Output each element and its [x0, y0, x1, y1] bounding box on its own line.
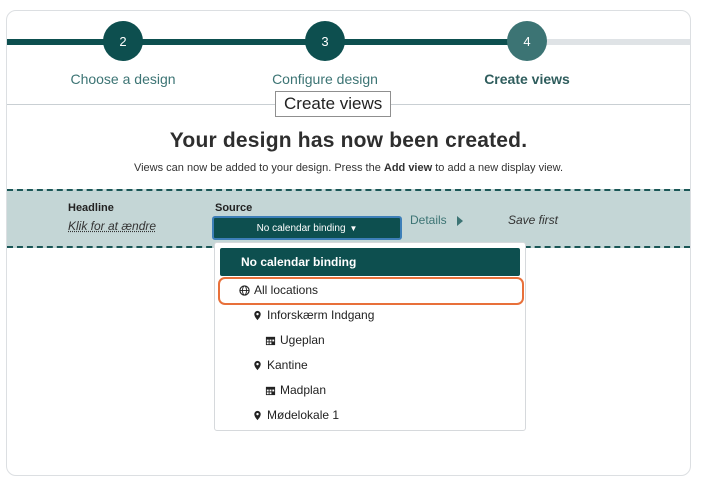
dropdown-item-label: All locations — [254, 283, 319, 297]
details-link[interactable]: Details — [410, 213, 463, 227]
dropdown-item-label: Inforskærm Indgang — [267, 308, 375, 322]
dropdown-item-location[interactable]: Inforskærm Indgang — [252, 308, 374, 322]
dropdown-item-all-locations[interactable]: All locations — [239, 283, 318, 297]
source-dropdown-menu: No calendar binding All locations Infors… — [214, 242, 526, 431]
map-marker-icon — [254, 360, 261, 370]
dropdown-item-label: Kantine — [267, 358, 308, 372]
page-subtitle: Views can now be added to your design. P… — [7, 162, 690, 174]
source-dropdown-value: No calendar binding — [256, 222, 346, 234]
dropdown-item-label: Ugeplan — [280, 333, 325, 347]
tooltip: Create views — [275, 91, 392, 117]
subtitle-add-view: Add view — [383, 162, 433, 174]
design-card: 2 3 4 Choose a design Configure design C… — [6, 10, 691, 476]
page-title: Your design has now been created. — [169, 129, 528, 152]
step-4-circle[interactable]: 4 — [507, 21, 547, 61]
headline-edit-link[interactable]: Klik for at ændre — [68, 219, 156, 233]
play-icon — [456, 215, 463, 226]
step-number: 4 — [523, 33, 531, 49]
dropdown-item-location[interactable]: Kantine — [252, 358, 308, 372]
step-label-create-views[interactable]: Create views — [484, 71, 570, 87]
dropdown-item-no-calendar-binding[interactable]: No calendar binding — [220, 248, 520, 276]
dropdown-item-label: Mødelokale 1 — [267, 408, 340, 422]
dropdown-item-calendar[interactable]: Ugeplan — [265, 333, 325, 347]
subtitle-text: Views can now be added to your design. P… — [133, 162, 384, 174]
source-dropdown-button[interactable]: No calendar binding ▼ — [212, 216, 402, 240]
map-marker-icon — [254, 410, 261, 420]
source-label: Source — [215, 202, 253, 214]
globe-icon — [239, 284, 250, 296]
dropdown-item-label: Madplan — [280, 383, 327, 397]
step-number: 3 — [321, 33, 329, 49]
dropdown-item-calendar[interactable]: Madplan — [265, 383, 326, 397]
view-row: Headline Klik for at ændre Source No cal… — [7, 189, 690, 248]
step-label-choose-design[interactable]: Choose a design — [70, 71, 175, 87]
calendar-icon — [265, 386, 276, 395]
dropdown-item-location[interactable]: Mødelokale 1 — [252, 408, 339, 422]
step-2-circle[interactable]: 2 — [103, 21, 143, 61]
subtitle-text-end: to add a new display view. — [432, 162, 564, 174]
progress-track-complete — [7, 39, 519, 45]
step-number: 2 — [119, 33, 127, 49]
step-3-circle[interactable]: 3 — [305, 21, 345, 61]
details-label: Details — [410, 213, 447, 227]
headline-label: Headline — [68, 202, 114, 214]
caret-down-icon: ▼ — [349, 223, 358, 233]
save-first-label: Save first — [508, 213, 559, 227]
map-marker-icon — [254, 310, 261, 320]
step-label-configure-design[interactable]: Configure design — [272, 71, 378, 87]
calendar-icon — [265, 336, 276, 345]
